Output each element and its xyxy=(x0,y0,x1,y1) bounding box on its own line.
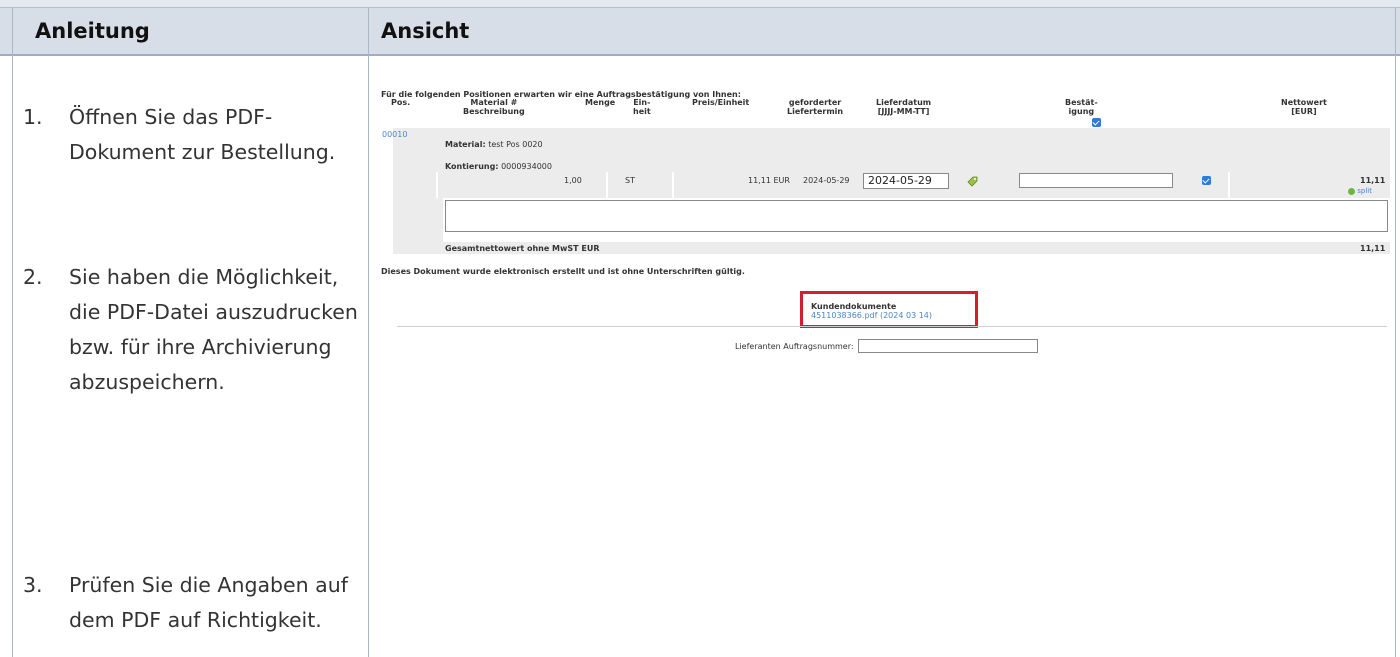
item-confirm-checkbox[interactable] xyxy=(1202,176,1211,185)
table-column-divider xyxy=(368,8,369,657)
table-border-left xyxy=(12,8,13,657)
kontierung-value: 0000934000 xyxy=(501,162,552,171)
table-border-right xyxy=(1395,8,1396,657)
header-ansicht: Ansicht xyxy=(381,19,470,43)
auftragsnummer-label: Lieferanten Auftragsnummer: xyxy=(735,342,854,351)
separator-line xyxy=(397,326,1387,327)
nettowert-value: 11,11 xyxy=(1360,176,1386,185)
col-material: Material # Beschreibung xyxy=(463,98,525,116)
header-anleitung: Anleitung xyxy=(35,19,150,43)
instruction-table: Anleitung Ansicht 1. Öffnen Sie das PDF-… xyxy=(0,0,1400,657)
step-text: Sie haben die Möglichkeit, die PDF-Datei… xyxy=(69,265,358,394)
auftragsnummer-input[interactable] xyxy=(858,339,1038,353)
notice-text: Dieses Dokument wurde elektronisch erste… xyxy=(381,267,745,276)
material-label: Material: xyxy=(445,140,486,149)
col-pos: Pos. xyxy=(391,98,411,107)
preis-value: 11,11 EUR xyxy=(748,176,790,185)
step-number: 1. xyxy=(23,105,43,129)
col-liefertermin: geforderter Liefertermin xyxy=(787,98,844,116)
split-label: split xyxy=(1357,187,1372,195)
col-nettowert: Nettowert [EUR] xyxy=(1281,98,1327,116)
highlight-box xyxy=(800,291,978,328)
col-bestaetigung: Bestät- igung xyxy=(1065,98,1098,116)
intro-text: Für die folgenden Positionen erwarten wi… xyxy=(381,90,741,99)
kontierung-label: Kontierung: xyxy=(445,162,499,171)
step-text: Prüfen Sie die Angaben auf dem PDF auf R… xyxy=(69,573,348,632)
col-material-label: Material # xyxy=(470,98,518,107)
total-value: 11,11 xyxy=(1360,244,1386,253)
lieferdatum-input[interactable]: 2024-05-29 xyxy=(863,173,949,189)
col-lieferdatum: Lieferdatum [JJJJ-MM-TT] xyxy=(876,98,932,116)
cell-divider xyxy=(606,172,608,198)
cell-divider xyxy=(672,172,674,198)
kontierung-row: Kontierung: 0000934000 xyxy=(445,162,552,171)
item-side-cell xyxy=(393,198,443,242)
comment-textarea[interactable] xyxy=(445,200,1388,232)
step-number: 2. xyxy=(23,265,43,289)
cell-divider xyxy=(1228,172,1230,198)
confirm-all-checkbox[interactable] xyxy=(1092,118,1101,127)
step-text: Öffnen Sie das PDF-Dokument zur Bestellu… xyxy=(69,105,336,164)
table-top-rule xyxy=(0,0,1400,8)
add-icon xyxy=(1348,187,1355,195)
col-preis: Preis/Einheit xyxy=(692,98,750,107)
position-link[interactable]: 00010 xyxy=(382,130,407,139)
tag-icon[interactable] xyxy=(967,172,978,187)
split-control[interactable]: split xyxy=(1348,187,1372,195)
material-row: Material: test Pos 0020 xyxy=(445,140,543,149)
material-value: test Pos 0020 xyxy=(488,140,543,149)
step-number: 3. xyxy=(23,573,43,597)
table-header-row: Anleitung Ansicht xyxy=(0,8,1400,56)
col-beschreibung-label: Beschreibung xyxy=(463,107,525,116)
col-einheit: Ein- heit xyxy=(633,98,651,116)
total-label: Gesamtnettowert ohne MwST EUR xyxy=(445,244,600,253)
menge-value: 1,00 xyxy=(564,176,582,185)
cell-divider xyxy=(436,172,438,198)
bestaetigung-text-input[interactable] xyxy=(1019,173,1173,188)
col-menge: Menge xyxy=(585,98,616,107)
liefertermin-value: 2024-05-29 xyxy=(803,176,850,185)
einheit-value: ST xyxy=(625,176,635,185)
